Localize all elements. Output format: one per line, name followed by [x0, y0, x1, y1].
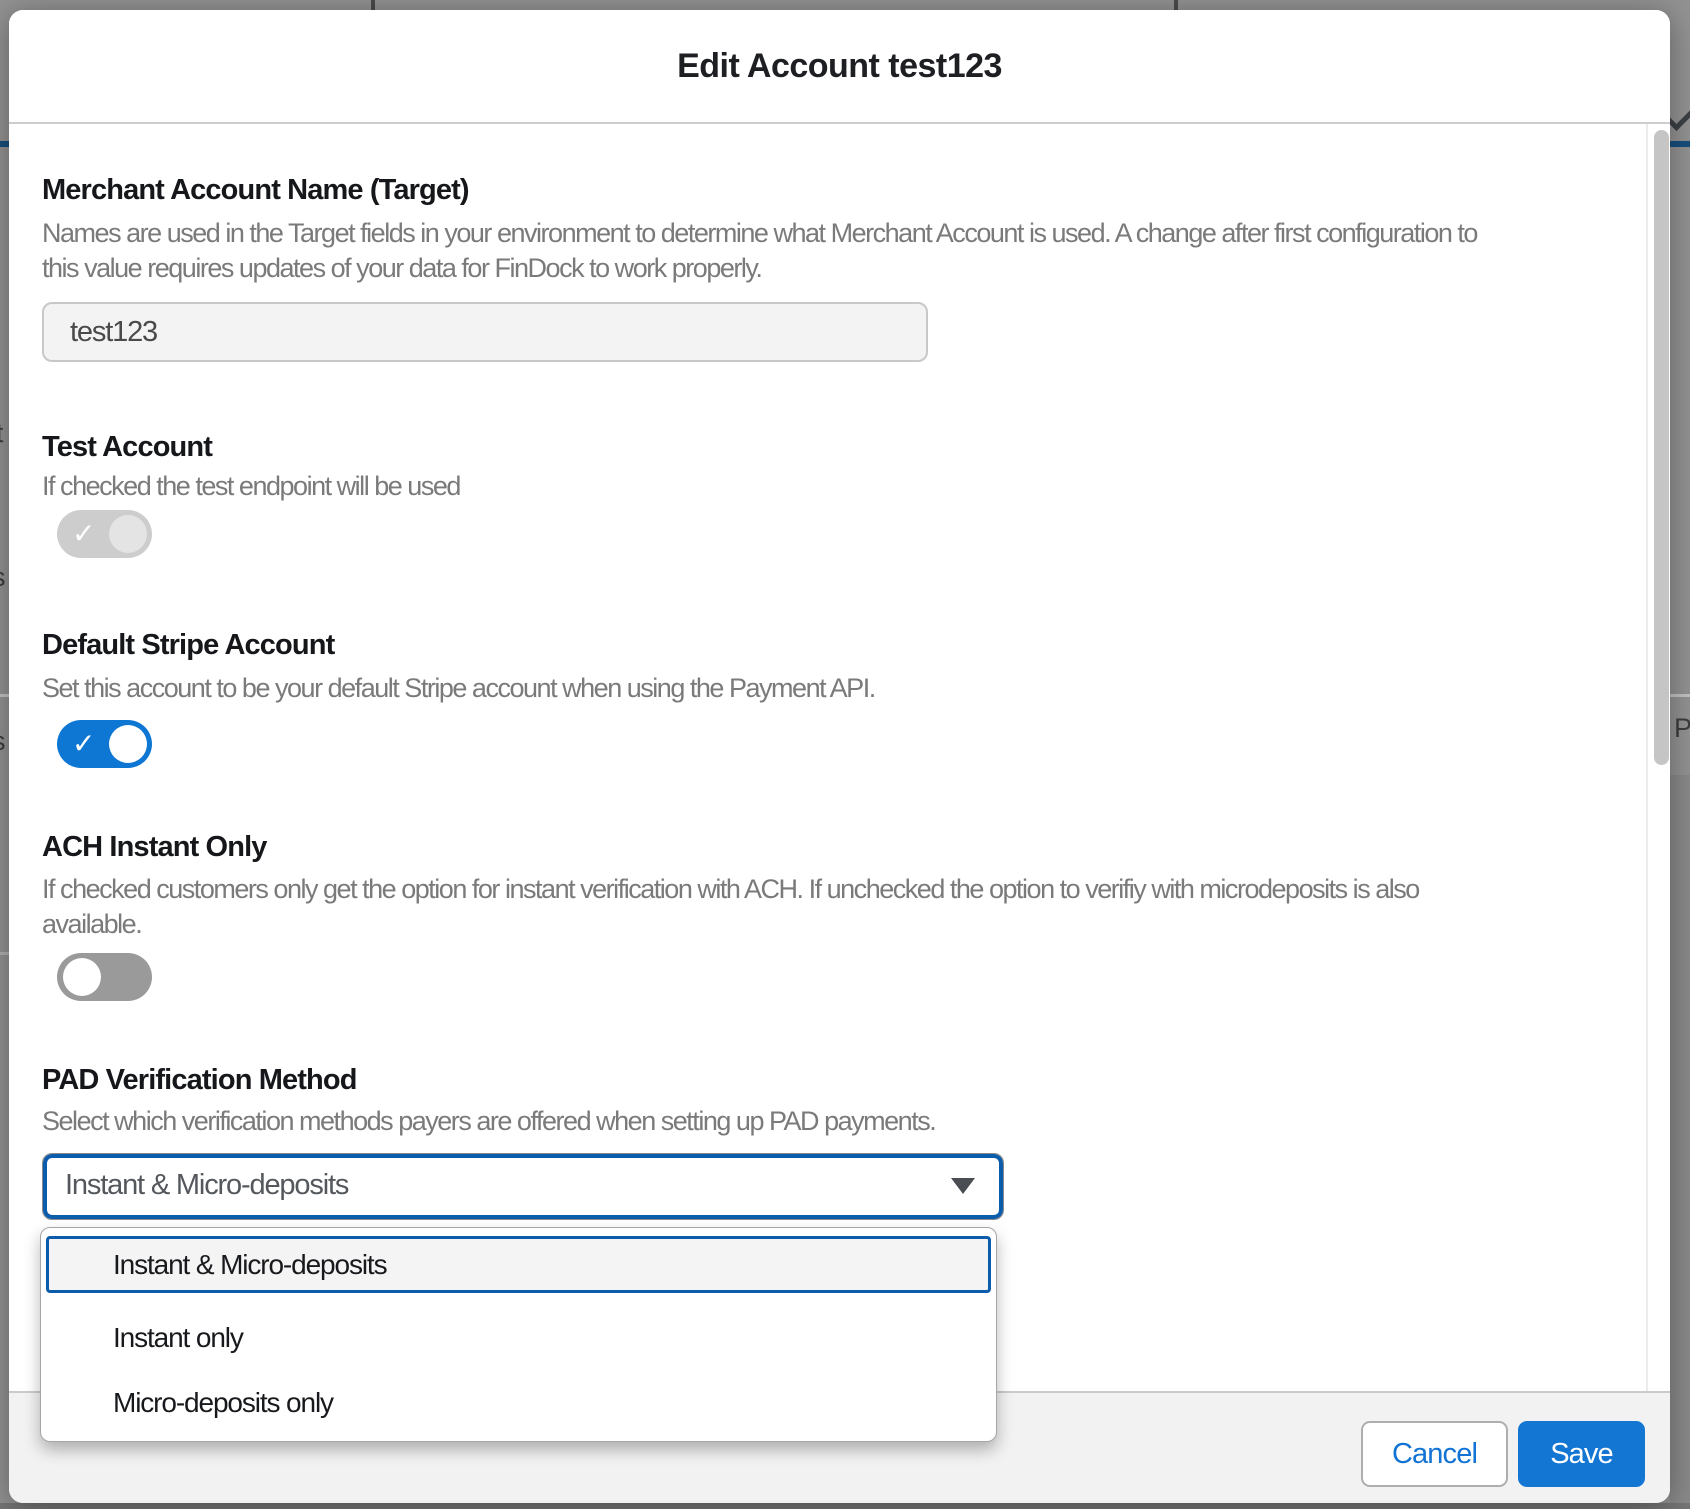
default-stripe-account-toggle[interactable]: ✓: [57, 720, 152, 768]
merchant-account-name-value: test123: [70, 304, 157, 360]
pad-verification-method-description-line: Select which verification methods payers…: [42, 1104, 935, 1139]
merchant-account-name-input[interactable]: test123: [42, 302, 928, 362]
merchant-account-name-description-line: this value requires updates of your data…: [42, 251, 761, 286]
modal-header: Edit Account test123: [9, 10, 1670, 124]
scroll-area-divider: [1646, 124, 1648, 1391]
backdrop-shade: [0, 1503, 1690, 1509]
pad-verification-method-select[interactable]: Instant & Micro-deposits: [42, 1153, 1004, 1220]
modal-title: Edit Account test123: [9, 10, 1670, 122]
edit-account-modal: Edit Account test123 Merchant Account Na…: [9, 10, 1670, 1503]
obscured-text-fragment: nt: [0, 418, 2, 449]
pad-verification-method-dropdown: Instant & Micro-deposits Instant only Mi…: [40, 1227, 997, 1442]
obscured-text-fragment: s: [0, 562, 4, 593]
dropdown-option-micro-deposits-only[interactable]: Micro-deposits only: [41, 1371, 996, 1435]
toggle-knob: [63, 958, 101, 996]
backdrop-shade: [1670, 775, 1690, 1509]
ach-instant-only-description-line: If checked customers only get the option…: [42, 872, 1419, 907]
ach-instant-only-description-line: available.: [42, 907, 141, 942]
caret-down-icon: [951, 1178, 975, 1194]
merchant-account-name-description-line: Names are used in the Target fields in y…: [42, 216, 1477, 251]
pad-verification-method-label: PAD Verification Method: [42, 1064, 357, 1097]
dropdown-option-instant-only[interactable]: Instant only: [41, 1306, 996, 1370]
checkmark-icon: ✓: [72, 724, 95, 764]
page-backdrop: nt s s PS Edit Account test123 Merchant …: [0, 0, 1690, 1509]
toggle-knob: [109, 725, 147, 763]
merchant-account-name-label: Merchant Account Name (Target): [42, 174, 469, 207]
toggle-knob: [109, 515, 147, 553]
dropdown-option-instant-and-micro-deposits[interactable]: Instant & Micro-deposits: [46, 1236, 991, 1293]
test-account-label: Test Account: [42, 431, 212, 464]
obscured-text-fragment: s: [0, 726, 4, 757]
save-button[interactable]: Save: [1518, 1421, 1645, 1487]
scrollbar-thumb[interactable]: [1654, 130, 1669, 765]
pad-verification-method-selected-value: Instant & Micro-deposits: [65, 1154, 348, 1216]
test-account-description-line: If checked the test endpoint will be use…: [42, 469, 460, 504]
obscured-text-fragment: PS: [1674, 713, 1690, 744]
default-stripe-account-description-line: Set this account to be your default Stri…: [42, 671, 875, 706]
ach-instant-only-label: ACH Instant Only: [42, 831, 267, 864]
default-stripe-account-label: Default Stripe Account: [42, 629, 334, 662]
ach-instant-only-toggle[interactable]: [57, 953, 152, 1001]
cancel-button[interactable]: Cancel: [1361, 1421, 1508, 1487]
test-account-toggle[interactable]: ✓: [57, 510, 152, 558]
checkmark-icon: ✓: [72, 514, 95, 554]
